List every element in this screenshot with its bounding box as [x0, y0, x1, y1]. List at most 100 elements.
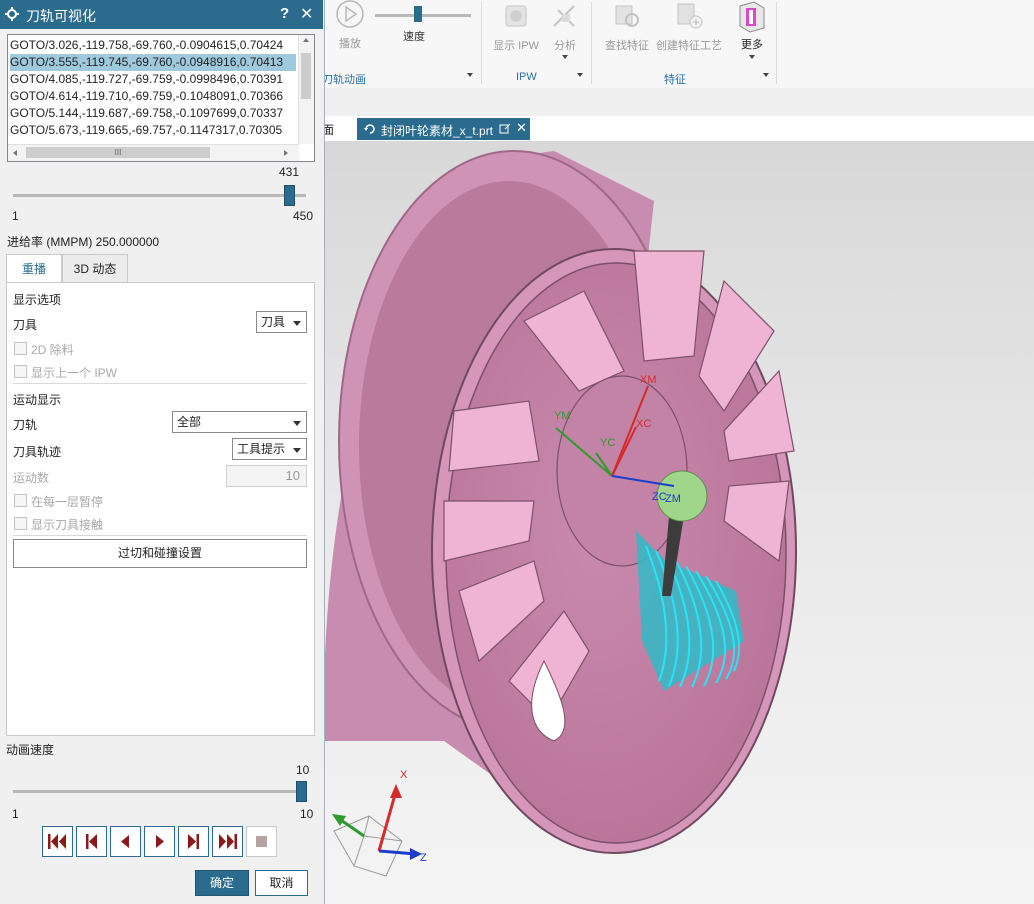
- tool-trace-select[interactable]: 工具提示: [232, 438, 307, 460]
- step-back-icon: [86, 834, 97, 849]
- find-feature-label: 查找特征: [605, 40, 649, 52]
- list-item[interactable]: GOTO/5.144,-119.687,-69.758,-0.1097699,0…: [10, 105, 296, 122]
- ok-button[interactable]: 确定: [195, 870, 249, 896]
- command-bar: [318, 88, 1034, 116]
- create-feature-process-button[interactable]: 创建特征工艺: [654, 0, 724, 52]
- anim-speed-label: 动画速度: [6, 743, 55, 757]
- find-feature-button[interactable]: 查找特征: [602, 0, 652, 52]
- step-forward-icon: [188, 834, 199, 849]
- goto-listbox[interactable]: GOTO/3.026,-119.758,-69.760,-0.0904615,0…: [7, 34, 315, 162]
- path-select[interactable]: 全部: [172, 411, 307, 433]
- create-feature-process-icon: [677, 3, 703, 29]
- axis-label-xm: XM: [640, 374, 657, 386]
- chevron-down-icon[interactable]: [749, 55, 755, 59]
- tab-file-label: 封闭叶轮素材_x_t.prt: [381, 124, 494, 138]
- display-options-heading: 显示选项: [13, 293, 62, 307]
- list-item[interactable]: GOTO/3.026,-119.758,-69.760,-0.0904615,0…: [10, 37, 296, 54]
- tool-select[interactable]: 刀具: [256, 311, 307, 333]
- pin-icon[interactable]: [499, 123, 511, 135]
- gear-icon: [5, 7, 19, 21]
- list-item[interactable]: GOTO/5.673,-119.665,-69.757,-0.1147317,0…: [10, 122, 296, 139]
- speed-label: 速度: [403, 31, 425, 43]
- divider: [13, 535, 307, 536]
- ribbon: 播放 速度 刀轨动画 显示 IPW 分析 IPW 查找特征 创建特征工艺 更多 …: [318, 0, 1034, 89]
- analyze-label: 分析: [554, 40, 576, 52]
- chevron-down-icon[interactable]: [562, 55, 568, 59]
- play-reverse-button[interactable]: [110, 826, 141, 857]
- checkbox-pause-label: 在每一层暂停: [31, 495, 104, 509]
- tab-file[interactable]: 封闭叶轮素材_x_t.prt ✕: [357, 118, 530, 140]
- play-label: 播放: [339, 38, 361, 50]
- chevron-down-icon: [293, 448, 301, 453]
- anim-speed-track[interactable]: [13, 790, 306, 793]
- triad-z-label: Z: [420, 852, 427, 864]
- ribbon-speed-track[interactable]: [375, 14, 471, 17]
- list-item[interactable]: GOTO/4.614,-119.710,-69.759,-0.1048091,0…: [10, 88, 296, 105]
- play-button[interactable]: 播放: [334, 0, 366, 50]
- ribbon-speed-thumb[interactable]: [414, 6, 422, 22]
- tool-trace-select-value: 工具提示: [237, 442, 286, 456]
- path-select-value: 全部: [177, 415, 202, 429]
- analyze-button[interactable]: 分析: [544, 0, 586, 60]
- scroll-up-icon[interactable]: [303, 38, 309, 42]
- play-forward-button[interactable]: [144, 826, 175, 857]
- analyze-icon: [553, 5, 575, 27]
- close-icon[interactable]: ✕: [516, 120, 527, 136]
- position-slider-track[interactable]: [13, 194, 306, 197]
- skip-to-start-icon: [48, 834, 66, 849]
- list-item-selected[interactable]: GOTO/3.555,-119.745,-69.760,-0.0948916,0…: [10, 54, 296, 71]
- checkbox-2d-removal-label: 2D 除料: [31, 343, 74, 357]
- tab-3d-dynamic[interactable]: 3D 动态: [62, 254, 128, 283]
- triad-x-label: X: [400, 769, 408, 781]
- scroll-right-icon[interactable]: [284, 150, 288, 156]
- scroll-thumb[interactable]: [301, 53, 311, 99]
- scroll-left-icon[interactable]: [13, 150, 17, 156]
- play-forward-icon: [156, 835, 164, 848]
- forward-to-end-button[interactable]: [212, 826, 243, 857]
- step-forward-button[interactable]: [178, 826, 209, 857]
- chevron-down-icon: [293, 321, 301, 326]
- stop-icon: [256, 836, 267, 847]
- vertical-scrollbar[interactable]: [298, 35, 314, 144]
- anim-speed-min: 1: [12, 807, 19, 821]
- play-reverse-icon: [121, 835, 129, 848]
- tool-label: 刀具: [13, 318, 38, 332]
- checkbox-tool-contact[interactable]: [14, 517, 27, 530]
- axis-label-yc: YC: [600, 437, 616, 449]
- rewind-to-start-button[interactable]: [42, 826, 73, 857]
- close-icon[interactable]: ✕: [300, 4, 313, 24]
- checkbox-2d-removal[interactable]: [14, 342, 27, 355]
- anim-speed-max: 10: [300, 807, 314, 821]
- help-icon[interactable]: ?: [280, 5, 289, 22]
- feed-rate: 进给率 (MMPM) 250.000000: [7, 235, 160, 249]
- scroll-thumb[interactable]: III: [26, 147, 210, 158]
- graphics-viewport[interactable]: YM XM YC XC ZC ZM X Z: [324, 141, 1034, 904]
- cancel-button[interactable]: 取消: [255, 870, 308, 896]
- position-current: 431: [279, 165, 300, 179]
- horizontal-scrollbar[interactable]: III: [8, 144, 299, 161]
- group-feature-label: 特征: [664, 74, 686, 86]
- position-slider-thumb[interactable]: [284, 185, 296, 206]
- chevron-down-icon[interactable]: [577, 73, 583, 77]
- step-back-button[interactable]: [76, 826, 107, 857]
- stop-button[interactable]: [246, 826, 277, 857]
- dialog-titlebar[interactable]: 刀轨可视化 ? ✕: [0, 0, 323, 29]
- tab-replay[interactable]: 重播: [6, 254, 62, 284]
- checkbox-pause-each-layer[interactable]: [14, 494, 27, 507]
- show-ipw-label: 显示 IPW: [493, 40, 539, 52]
- ipw-icon: [505, 5, 527, 27]
- anim-speed-thumb[interactable]: [296, 781, 307, 802]
- show-ipw-button[interactable]: 显示 IPW: [492, 0, 540, 52]
- anim-speed-current: 10: [296, 763, 310, 777]
- view-triad: [332, 784, 422, 877]
- gouge-collision-settings-button[interactable]: 过切和碰撞设置: [13, 539, 307, 568]
- chevron-down-icon[interactable]: [467, 73, 473, 77]
- list-item[interactable]: GOTO/4.085,-119.727,-69.759,-0.0998496,0…: [10, 71, 296, 88]
- more-button[interactable]: 更多: [732, 0, 772, 62]
- motion-count-input[interactable]: 10: [226, 465, 307, 487]
- checkbox-prev-ipw[interactable]: [14, 365, 27, 378]
- more-icon: [739, 1, 765, 33]
- chevron-down-icon[interactable]: [763, 73, 769, 77]
- divider: [13, 383, 307, 384]
- axis-label-zm: ZM: [665, 493, 681, 505]
